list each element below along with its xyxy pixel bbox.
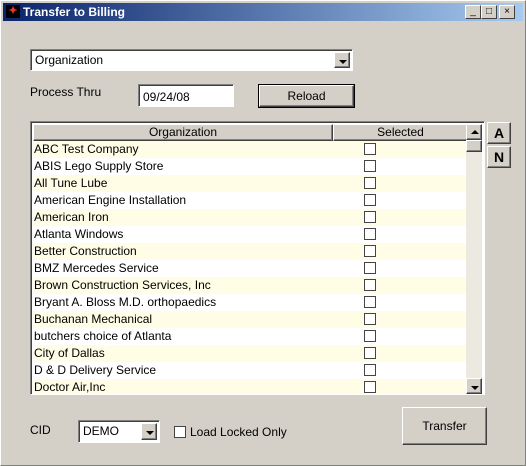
- organization-name: Buchanan Mechanical: [34, 312, 153, 326]
- organization-name: Atlanta Windows: [34, 227, 124, 241]
- process-thru-date-input[interactable]: 09/24/08: [138, 84, 234, 107]
- grid-scrollbar[interactable]: [466, 124, 482, 394]
- selected-checkbox[interactable]: [364, 262, 376, 274]
- table-row[interactable]: Brown Construction Services, Inc: [33, 277, 468, 294]
- reload-button[interactable]: Reload: [258, 84, 355, 108]
- column-header-organization[interactable]: Organization: [33, 124, 333, 141]
- transfer-button[interactable]: Transfer: [402, 407, 487, 445]
- selected-checkbox[interactable]: [364, 245, 376, 257]
- organization-name: ABIS Lego Supply Store: [34, 159, 164, 173]
- maximize-button[interactable]: □: [481, 5, 497, 19]
- minimize-button[interactable]: _: [465, 5, 481, 19]
- process-thru-label: Process Thru: [30, 85, 102, 99]
- load-locked-only-label[interactable]: Load Locked Only: [190, 425, 287, 439]
- app-icon: ✦: [6, 5, 20, 18]
- organization-grid[interactable]: Organization Selected ABC Test Company AB…: [30, 121, 485, 395]
- organization-name: Better Construction: [34, 244, 137, 258]
- selected-checkbox[interactable]: [364, 381, 376, 393]
- organization-name: Doctor Air,Inc: [34, 380, 106, 394]
- organization-name: Brown Construction Services, Inc: [34, 278, 211, 292]
- table-row[interactable]: Atlanta Windows: [33, 226, 468, 243]
- table-row[interactable]: butchers choice of Atlanta: [33, 328, 468, 345]
- selected-checkbox[interactable]: [364, 160, 376, 172]
- organization-name: butchers choice of Atlanta: [34, 329, 172, 343]
- selected-checkbox[interactable]: [364, 313, 376, 325]
- reload-button-face: Reload: [259, 85, 354, 107]
- selected-checkbox[interactable]: [364, 194, 376, 206]
- organization-name: All Tune Lube: [34, 176, 108, 190]
- chevron-down-icon: [471, 386, 479, 390]
- selected-checkbox[interactable]: [364, 228, 376, 240]
- select-none-button[interactable]: N: [487, 146, 511, 168]
- load-locked-only-checkbox[interactable]: [174, 426, 186, 438]
- table-row[interactable]: American Iron: [33, 209, 468, 226]
- selected-checkbox[interactable]: [364, 296, 376, 308]
- table-row[interactable]: ABIS Lego Supply Store: [33, 158, 468, 175]
- organization-name: City of Dallas: [34, 346, 105, 360]
- process-thru-date-value: 09/24/08: [143, 90, 190, 104]
- organization-name: American Engine Installation: [34, 193, 187, 207]
- transfer-to-billing-window: ✦ Transfer to Billing _ □ × Organization…: [0, 0, 526, 466]
- table-row[interactable]: City of Dallas: [33, 345, 468, 362]
- selected-checkbox[interactable]: [364, 347, 376, 359]
- cid-combo-value: DEMO: [83, 424, 119, 438]
- grid-header: Organization Selected: [33, 124, 468, 141]
- table-row[interactable]: ABC Test Company: [33, 141, 468, 158]
- selected-checkbox[interactable]: [364, 211, 376, 223]
- selected-checkbox[interactable]: [364, 177, 376, 189]
- cid-combo[interactable]: DEMO: [78, 420, 160, 443]
- select-all-button[interactable]: A: [487, 122, 511, 144]
- filter-combo-value: Organization: [35, 53, 104, 67]
- table-row[interactable]: Doctor Air,Inc: [33, 379, 468, 394]
- filter-combo[interactable]: Organization: [30, 49, 353, 71]
- chevron-down-icon: [146, 431, 154, 435]
- table-row[interactable]: American Engine Installation: [33, 192, 468, 209]
- title-bar[interactable]: ✦ Transfer to Billing _ □ ×: [3, 3, 523, 21]
- organization-name: BMZ Mercedes Service: [34, 261, 159, 275]
- organization-name: Bryant A. Bloss M.D. orthopaedics: [34, 295, 217, 309]
- window-title: Transfer to Billing: [23, 5, 126, 19]
- organization-name: ABC Test Company: [34, 142, 139, 156]
- scroll-thumb[interactable]: [466, 140, 482, 152]
- filter-combo-dropdown-button[interactable]: [334, 52, 350, 68]
- cid-label: CID: [30, 423, 51, 437]
- selected-checkbox[interactable]: [364, 143, 376, 155]
- table-row[interactable]: All Tune Lube: [33, 175, 468, 192]
- table-row[interactable]: BMZ Mercedes Service: [33, 260, 468, 277]
- chevron-down-icon: [339, 60, 347, 64]
- table-row[interactable]: Better Construction: [33, 243, 468, 260]
- scroll-down-button[interactable]: [466, 378, 482, 394]
- close-button[interactable]: ×: [499, 5, 515, 19]
- selected-checkbox[interactable]: [364, 364, 376, 376]
- cid-combo-dropdown-button[interactable]: [141, 423, 157, 440]
- selected-checkbox[interactable]: [364, 330, 376, 342]
- organization-name: D & D Delivery Service: [34, 363, 157, 377]
- grid-rows: ABC Test Company ABIS Lego Supply Store Al…: [33, 141, 468, 394]
- table-row[interactable]: D & D Delivery Service: [33, 362, 468, 379]
- selected-checkbox[interactable]: [364, 279, 376, 291]
- table-row[interactable]: Buchanan Mechanical: [33, 311, 468, 328]
- chevron-up-icon: [471, 130, 479, 134]
- organization-name: American Iron: [34, 210, 109, 224]
- table-row[interactable]: Bryant A. Bloss M.D. orthopaedics: [33, 294, 468, 311]
- column-header-selected[interactable]: Selected: [333, 124, 468, 141]
- scroll-up-button[interactable]: [466, 124, 482, 140]
